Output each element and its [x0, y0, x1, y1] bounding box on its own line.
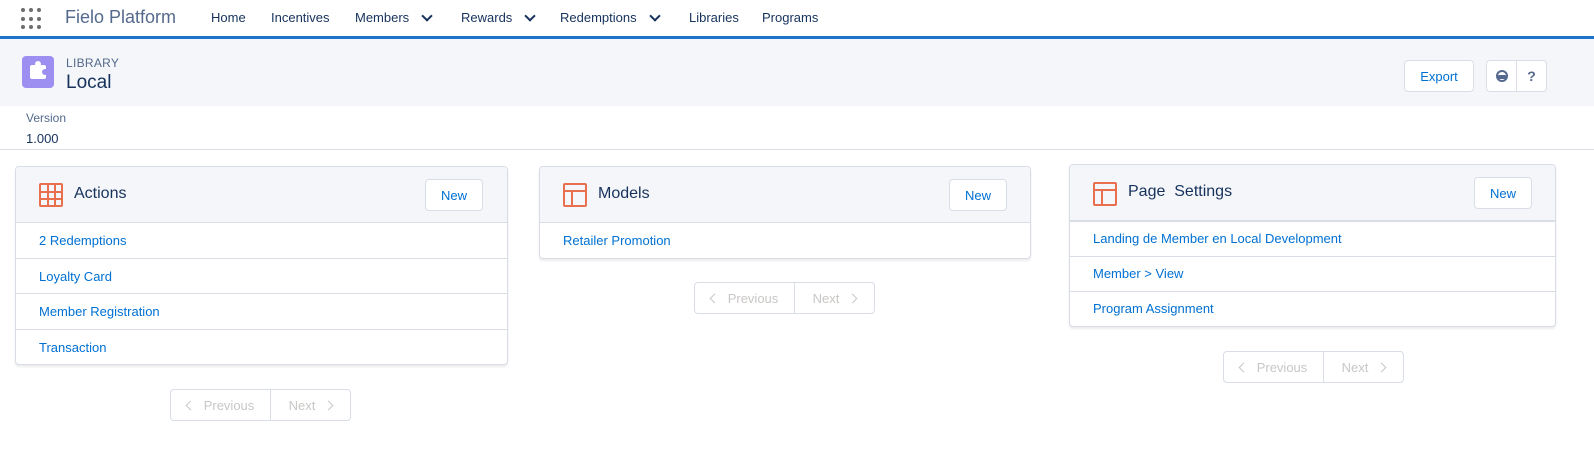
action-link[interactable]: 2 Redemptions: [39, 233, 126, 248]
next-label: Next: [288, 397, 316, 413]
list-item: Landing de Member en Local Development: [1070, 221, 1555, 257]
previous-label: Previous: [203, 397, 255, 413]
previous-label: Previous: [1256, 359, 1308, 375]
nav-item-label: Redemptions: [560, 10, 637, 25]
list-item: Member Registration: [16, 293, 507, 329]
divider: [0, 149, 1594, 150]
card-title: Page Settings: [1128, 183, 1233, 200]
layout-icon: [1093, 182, 1117, 206]
app-launcher-icon[interactable]: [21, 8, 43, 30]
nav-item-programs[interactable]: Programs: [762, 10, 818, 25]
app-name: Fielo Platform: [65, 7, 177, 27]
card-header: Page Settings New: [1070, 165, 1555, 221]
action-link[interactable]: Transaction: [39, 340, 106, 355]
nav-item-libraries[interactable]: Libraries: [689, 10, 739, 25]
puzzle-icon: [22, 56, 54, 88]
nav-item-label: Members: [355, 10, 410, 25]
chevron-left-icon: [185, 400, 196, 410]
next-label: Next: [1341, 359, 1369, 375]
version-value: 1.000: [26, 131, 59, 146]
next-label: Next: [812, 290, 840, 306]
next-button[interactable]: Next: [795, 283, 874, 313]
card-title: Actions: [74, 185, 127, 202]
export-button[interactable]: Export: [1404, 60, 1474, 92]
nav-item-label: Incentives: [271, 10, 330, 25]
chevron-right-icon: [1376, 362, 1387, 372]
nav-item-label: Programs: [762, 10, 819, 25]
chevron-right-icon: [847, 293, 858, 303]
new-page-setting-button[interactable]: New: [1474, 177, 1532, 209]
new-action-button[interactable]: New: [425, 179, 483, 211]
nav-item-redemptions[interactable]: Redemptions: [560, 9, 661, 25]
nav-item-label: Libraries: [689, 10, 739, 25]
help-button[interactable]: ?: [1516, 60, 1547, 92]
previous-button[interactable]: Previous: [695, 283, 795, 313]
actions-pager: Previous Next: [170, 389, 351, 421]
record-header: LIBRARY Local Export ?: [0, 39, 1594, 106]
action-link[interactable]: Member Registration: [39, 304, 160, 319]
support-icon[interactable]: [1486, 60, 1517, 92]
list-item: Retailer Promotion: [540, 222, 1030, 258]
chevron-down-icon[interactable]: [421, 9, 433, 22]
nav-item-label: Home: [211, 10, 246, 25]
nav-item-home[interactable]: Home: [211, 10, 246, 25]
nav-item-incentives[interactable]: Incentives: [271, 10, 330, 25]
action-link[interactable]: Loyalty Card: [39, 269, 112, 284]
list-item: Loyalty Card: [16, 258, 507, 294]
page-settings-card: Page Settings New Landing de Member en L…: [1069, 164, 1556, 327]
page-setting-link[interactable]: Landing de Member en Local Development: [1093, 231, 1342, 246]
previous-label: Previous: [727, 290, 779, 306]
next-button[interactable]: Next: [271, 390, 350, 420]
page-title: Local: [66, 72, 112, 93]
layout-icon: [563, 183, 587, 207]
nav-item-members[interactable]: Members: [355, 9, 433, 25]
grid-icon: [39, 183, 63, 207]
chevron-left-icon: [1238, 362, 1249, 372]
list-item: 2 Redemptions: [16, 222, 507, 258]
actions-card: Actions New 2 Redemptions Loyalty Card M…: [15, 166, 508, 365]
card-header: Actions New: [16, 167, 507, 223]
previous-button[interactable]: Previous: [171, 390, 271, 420]
global-nav: Fielo Platform Home Incentives Members R…: [0, 0, 1594, 39]
version-label: Version: [26, 111, 67, 125]
card-title: Models: [598, 185, 650, 202]
models-pager: Previous Next: [694, 282, 875, 314]
list-item: Transaction: [16, 329, 507, 364]
page-setting-link[interactable]: Member > View: [1093, 266, 1183, 281]
chevron-down-icon[interactable]: [648, 9, 661, 22]
chevron-left-icon: [709, 293, 720, 303]
model-link[interactable]: Retailer Promotion: [563, 233, 671, 248]
previous-button[interactable]: Previous: [1224, 352, 1324, 382]
list-item: Member > View: [1070, 256, 1555, 292]
list-item: Program Assignment: [1070, 291, 1555, 326]
page-setting-link[interactable]: Program Assignment: [1093, 301, 1214, 316]
chevron-down-icon[interactable]: [524, 9, 536, 22]
models-card: Models New Retailer Promotion: [539, 166, 1031, 259]
new-model-button[interactable]: New: [949, 179, 1007, 211]
nav-item-label: Rewards: [461, 10, 513, 25]
card-header: Models New: [540, 167, 1030, 223]
nav-item-rewards[interactable]: Rewards: [461, 9, 536, 25]
page-settings-pager: Previous Next: [1223, 351, 1404, 383]
object-type-label: LIBRARY: [66, 56, 120, 70]
next-button[interactable]: Next: [1324, 352, 1403, 382]
chevron-right-icon: [323, 400, 334, 410]
